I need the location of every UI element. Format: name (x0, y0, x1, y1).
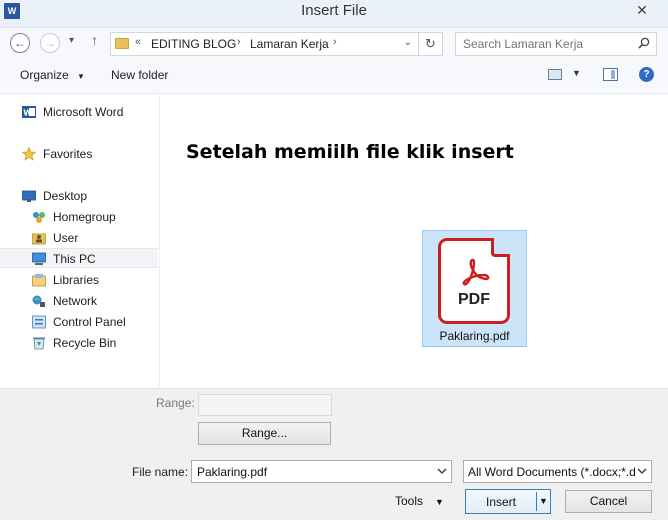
insert-button[interactable]: Insert ▼ (465, 489, 551, 514)
pdf-label: PDF (458, 291, 490, 308)
sidebar-item-label: Control Panel (53, 315, 126, 329)
sidebar-item-label: Desktop (43, 189, 88, 203)
sidebar-item-label: This PC (53, 252, 96, 266)
recent-locations-dropdown[interactable]: ▾ (69, 35, 74, 46)
sidebar-item-desktop[interactable]: Desktop (0, 186, 158, 206)
new-folder-button[interactable]: New folder (111, 68, 168, 82)
file-name-input[interactable]: Paklaring.pdf (191, 460, 452, 483)
forward-button[interactable]: → (40, 33, 60, 53)
dialog-footer: Range: Range... File name: Paklaring.pdf… (0, 388, 668, 520)
insert-button-label: Insert (485, 495, 516, 509)
breadcrumb-lamaran-kerja[interactable]: Lamaran Kerja (250, 37, 329, 51)
sidebar-item-label: Favorites (43, 147, 93, 161)
range-button[interactable]: Range... (198, 422, 331, 445)
view-options-caret-icon[interactable]: ▼ (572, 68, 581, 78)
network-icon (32, 295, 45, 307)
organize-caret-icon: ▼ (77, 72, 85, 81)
instruction-annotation: Setelah memiilh file klik insert (186, 141, 514, 163)
file-name-value: Paklaring.pdf (197, 465, 268, 479)
overflow-chevron[interactable]: « (135, 36, 141, 48)
chevron-down-icon[interactable] (637, 466, 647, 476)
help-icon[interactable]: ? (639, 67, 654, 82)
desktop-icon (22, 190, 36, 202)
change-view-icon[interactable] (548, 69, 562, 80)
sidebar-item-label: Recycle Bin (53, 336, 117, 350)
range-input (198, 394, 332, 416)
svg-text:W: W (23, 109, 32, 118)
pdf-file-icon: PDF (438, 238, 510, 324)
search-input[interactable] (463, 36, 633, 52)
address-bar[interactable]: « EDITING BLOG › Lamaran Kerja › ⌄ ↻ (110, 32, 443, 56)
cancel-button[interactable]: Cancel (565, 490, 652, 513)
sidebar-item-microsoft-word[interactable]: W Microsoft Word (0, 102, 158, 122)
search-icon[interactable] (638, 37, 650, 49)
acrobat-logo-icon (462, 258, 490, 286)
sidebar-item-user[interactable]: User (0, 228, 158, 248)
computer-icon (32, 252, 46, 265)
recycle-bin-icon (33, 337, 45, 350)
tools-label: Tools (395, 494, 424, 508)
file-list-area[interactable]: Setelah memiilh file klik insert PDF Pak… (161, 95, 668, 388)
file-name-field-label: File name: (132, 465, 189, 479)
search-box[interactable] (455, 32, 657, 56)
sidebar-item-label: Network (53, 294, 98, 308)
file-name-label: Paklaring.pdf (439, 329, 510, 343)
breadcrumb-editing-blog[interactable]: EDITING BLOG (151, 37, 236, 51)
up-button[interactable]: ↑ (91, 32, 98, 48)
command-toolbar: Organize ▼ New folder ▼ ? (0, 58, 668, 94)
libraries-icon (32, 274, 46, 287)
preview-pane-icon[interactable] (603, 68, 618, 81)
title-bar: W Insert File ✕ (0, 0, 668, 28)
chevron-down-icon[interactable] (437, 466, 447, 476)
sidebar-item-network[interactable]: Network (0, 291, 158, 311)
insert-options-caret-icon[interactable]: ▼ (539, 496, 548, 506)
control-panel-icon (32, 315, 46, 329)
navigation-pane: W Microsoft Word Favorites Desktop Homeg… (0, 95, 160, 388)
organize-label: Organize (20, 68, 69, 82)
word-icon: W (22, 106, 36, 118)
homegroup-icon (33, 212, 45, 223)
breadcrumb-separator[interactable]: › (237, 36, 241, 48)
file-item-paklaring-pdf[interactable]: PDF Paklaring.pdf (422, 230, 527, 347)
file-type-value: All Word Documents (*.docx;*.d (468, 465, 636, 479)
sidebar-item-homegroup[interactable]: Homegroup (0, 207, 158, 227)
sidebar-item-label: Homegroup (53, 210, 116, 224)
tools-menu[interactable]: Tools ▼ (395, 494, 444, 508)
sidebar-item-recycle-bin[interactable]: Recycle Bin (0, 333, 158, 353)
sidebar-item-control-panel[interactable]: Control Panel (0, 312, 158, 332)
range-label: Range: (156, 396, 195, 410)
sidebar-item-label: Libraries (53, 273, 100, 287)
sidebar-item-label: Microsoft Word (43, 105, 124, 119)
back-button[interactable]: ← (10, 33, 30, 53)
sidebar-item-favorites[interactable]: Favorites (0, 144, 158, 164)
tools-caret-icon: ▼ (435, 497, 444, 507)
split-divider (536, 492, 537, 511)
sidebar-item-this-pc[interactable]: This PC (0, 248, 158, 268)
folder-icon (115, 38, 129, 49)
close-button[interactable]: ✕ (632, 0, 652, 20)
organize-menu[interactable]: Organize ▼ (20, 68, 85, 82)
star-icon (22, 147, 36, 161)
sidebar-item-label: User (53, 231, 79, 245)
breadcrumb-separator[interactable]: › (333, 36, 337, 48)
address-history-dropdown[interactable]: ⌄ (404, 37, 412, 48)
refresh-button[interactable]: ↻ (418, 33, 442, 55)
sidebar-item-libraries[interactable]: Libraries (0, 270, 158, 290)
user-folder-icon (32, 233, 46, 245)
address-row: ← → ▾ ↑ « EDITING BLOG › Lamaran Kerja ›… (0, 28, 668, 58)
window-title: Insert File (301, 2, 367, 19)
file-type-select[interactable]: All Word Documents (*.docx;*.d (463, 460, 652, 483)
